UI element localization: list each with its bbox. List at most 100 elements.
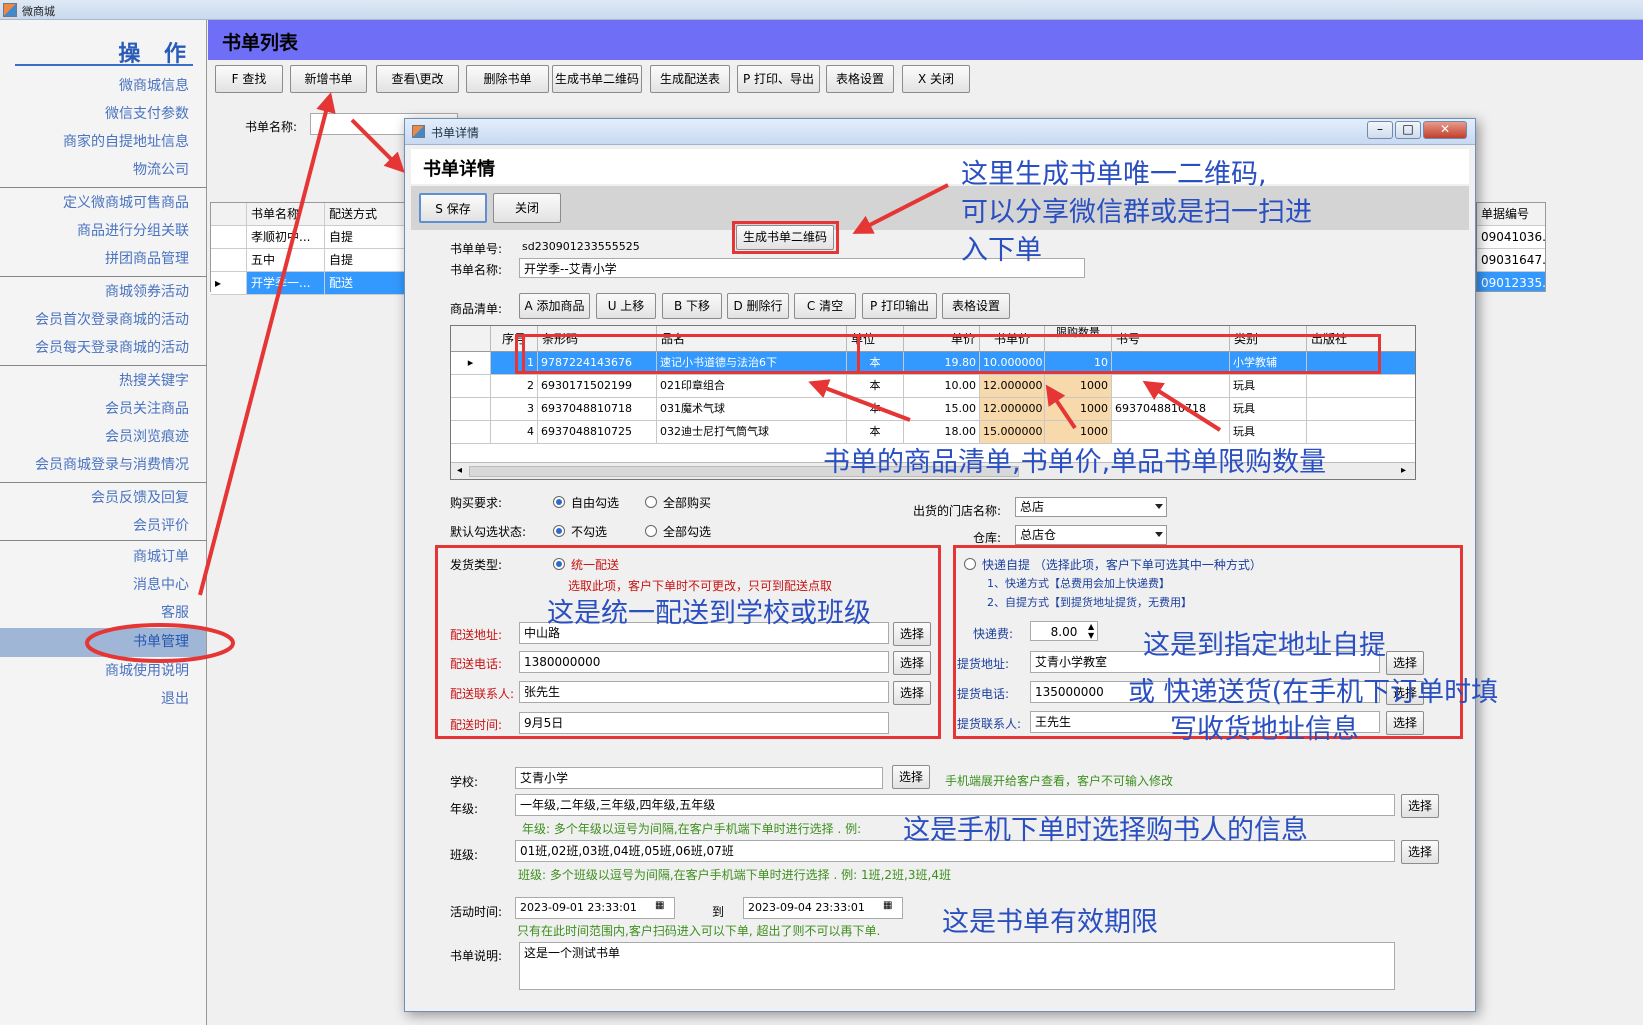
store-select[interactable]: 总店 (1015, 497, 1167, 517)
sidebar-item-messages[interactable]: 消息中心 (0, 571, 206, 600)
table-row[interactable]: ▸ 开学季一... 配送 (211, 272, 406, 295)
sidebar-item-mall-info[interactable]: 微商城信息 (0, 72, 206, 101)
class-select-button[interactable]: 选择 (1401, 840, 1439, 864)
delivery-contact-input[interactable]: 张先生 (519, 681, 889, 703)
sidebar-item-manual[interactable]: 商城使用说明 (0, 657, 206, 686)
warehouse-label: 仓库: (973, 531, 1002, 545)
calendar-icon[interactable]: ▦ (655, 900, 664, 911)
warehouse-value: 总店仓 (1020, 528, 1057, 542)
save-button[interactable]: S 保存 (419, 193, 487, 223)
generate-delivery-button[interactable]: 生成配送表 (650, 65, 730, 93)
delete-booklist-button[interactable]: 删除书单 (466, 65, 549, 93)
class-label: 班级: (450, 848, 479, 862)
name-label: 书单名称: (450, 263, 503, 277)
sidebar-item-browse-trace[interactable]: 会员浏览痕迹 (0, 423, 206, 452)
grid-cell: 4 (491, 421, 538, 444)
delete-row-button[interactable]: D 删除行 (727, 293, 789, 319)
grid-cell: 配送 (325, 272, 405, 295)
move-up-button[interactable]: U 上移 (596, 293, 656, 319)
period-end-input[interactable]: 2023-09-04 23:33:01 (743, 897, 903, 919)
close-button[interactable]: X 关闭 (902, 65, 970, 93)
calendar-icon[interactable]: ▦ (883, 900, 892, 911)
delivery-phone-select-button[interactable]: 选择 (893, 651, 931, 675)
express-fee-label: 快递费: (973, 627, 1014, 641)
clear-button[interactable]: C 清空 (794, 293, 856, 319)
grid-corner (211, 203, 247, 226)
unified-delivery-radio[interactable] (553, 558, 565, 570)
sidebar-item-booklist[interactable]: 书单管理 (0, 628, 206, 657)
delivery-contact-select-button[interactable]: 选择 (893, 681, 931, 705)
school-input[interactable]: 艾青小学 (515, 767, 883, 789)
sidebar-item-coupon[interactable]: 商城领券活动 (0, 278, 206, 307)
sidebar-item-customer-service[interactable]: 客服 (0, 599, 206, 628)
grid-cell: 3 (491, 398, 538, 421)
maximize-icon[interactable]: □ (1395, 121, 1421, 139)
ship-type-label: 发货类型: (450, 558, 503, 572)
sidebar-item-sellable-goods[interactable]: 定义微商城可售商品 (0, 189, 206, 218)
grid-cell (1307, 375, 1415, 398)
sidebar-item-logistics[interactable]: 物流公司 (0, 156, 206, 185)
pickup-contact-select-button[interactable]: 选择 (1386, 711, 1424, 735)
sidebar-item-daily-login[interactable]: 会员每天登录商城的活动 (0, 334, 206, 363)
generate-qr-button[interactable]: 生成书单二维码 (552, 65, 642, 93)
find-button[interactable]: F 查找 (215, 65, 283, 93)
delivery-address-select-button[interactable]: 选择 (893, 622, 931, 646)
table-row[interactable]: 孝顺初中... 自提 (211, 226, 406, 249)
move-down-button[interactable]: B 下移 (662, 293, 722, 319)
delivery-phone-input[interactable]: 1380000000 (519, 651, 889, 673)
sidebar-item-orders[interactable]: 商城订单 (0, 543, 206, 572)
sidebar-item-reviews[interactable]: 会员评价 (0, 512, 206, 541)
sidebar-item-followed-goods[interactable]: 会员关注商品 (0, 395, 206, 424)
delivery-time-input[interactable]: 9月5日 (519, 712, 889, 734)
free-select-radio[interactable] (553, 496, 565, 508)
sidebar-item-first-login[interactable]: 会员首次登录商城的活动 (0, 306, 206, 335)
period-start-input[interactable]: 2023-09-01 23:33:01 (515, 897, 675, 919)
delivery-contact-label: 配送联系人: (450, 687, 515, 701)
chevron-down-icon (1155, 532, 1163, 537)
table-settings-button[interactable]: 表格设置 (826, 65, 894, 93)
express-pickup-radio[interactable] (964, 558, 976, 570)
sidebar-item-goods-group[interactable]: 商品进行分组关联 (0, 217, 206, 246)
sidebar-item-group-buy[interactable]: 拼团商品管理 (0, 245, 206, 274)
minimize-icon[interactable]: – (1367, 121, 1393, 139)
free-select-label: 自由勾选 (571, 496, 620, 510)
table-row[interactable]: 2 6930171502199 021印章组合 本 10.00 12.00000… (451, 375, 1415, 398)
table-row[interactable]: 4 6937048810725 032迪士尼打气筒气球 本 18.00 15.0… (451, 421, 1415, 444)
grid-cell: 6937048810718 (1112, 398, 1230, 421)
stepper-icon[interactable]: ▲ ▼ (1088, 622, 1094, 640)
no-check-label: 不勾选 (571, 525, 608, 539)
grid-cell: 12.000000 (980, 375, 1045, 398)
add-goods-button[interactable]: A 添加商品 (519, 293, 590, 319)
table-row[interactable]: 3 6937048810718 031魔术气球 本 15.00 12.00000… (451, 398, 1415, 421)
sidebar-item-wechat-pay[interactable]: 微信支付参数 (0, 100, 206, 129)
sidebar-item-hot-keywords[interactable]: 热搜关键字 (0, 367, 206, 396)
add-booklist-button[interactable]: 新增书单 (290, 65, 367, 93)
no-check-radio[interactable] (553, 525, 565, 537)
buy-all-radio[interactable] (645, 496, 657, 508)
goods-table-settings-button[interactable]: 表格设置 (942, 293, 1010, 319)
grid-cell: 2 (491, 375, 538, 398)
close-icon[interactable]: ✕ (1423, 121, 1467, 139)
check-all-radio[interactable] (645, 525, 657, 537)
sidebar-item-exit[interactable]: 退出 (0, 685, 206, 714)
dialog-close-button[interactable]: 关闭 (493, 193, 561, 223)
class-note: 班级: 多个班级以逗号为间隔,在客户手机端下单时进行选择 . 例: 1班,2班,… (518, 868, 951, 882)
grid-cell: 18.00 (904, 421, 980, 444)
warehouse-select[interactable]: 总店仓 (1015, 525, 1167, 545)
pickup-address-select-button[interactable]: 选择 (1386, 651, 1424, 675)
sidebar-separator (0, 276, 207, 277)
table-row[interactable]: 五中 自提 (211, 249, 406, 272)
scroll-right-icon[interactable]: ▸ (1401, 465, 1406, 476)
sidebar-item-pickup-address[interactable]: 商家的自提地址信息 (0, 128, 206, 157)
view-edit-button[interactable]: 查看\更改 (376, 65, 459, 93)
school-select-button[interactable]: 选择 (892, 765, 930, 789)
grid-cell: 1000 (1045, 375, 1112, 398)
sidebar-item-login-consumption[interactable]: 会员商城登录与消费情况 (0, 451, 206, 480)
print-output-button[interactable]: P 打印输出 (862, 293, 937, 319)
print-export-button[interactable]: P 打印、导出 (737, 65, 820, 93)
scroll-left-icon[interactable]: ◂ (457, 465, 462, 476)
grid-cell (1112, 375, 1230, 398)
grade-select-button[interactable]: 选择 (1401, 794, 1439, 818)
description-textarea[interactable]: 这是一个测试书单 (519, 942, 1395, 990)
sidebar-item-feedback[interactable]: 会员反馈及回复 (0, 484, 206, 513)
